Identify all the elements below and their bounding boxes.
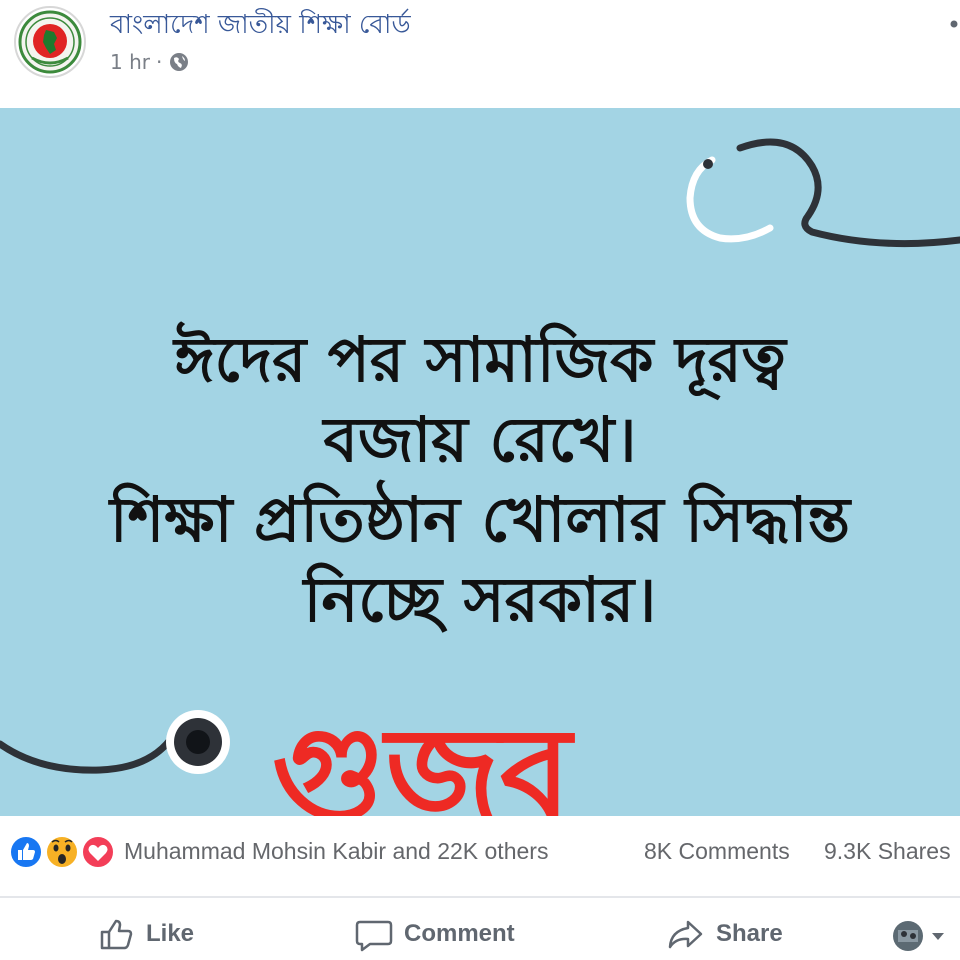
- like-label: Like: [146, 920, 195, 947]
- reactors-link[interactable]: Muhammad Mohsin Kabir and 22K others: [124, 838, 548, 865]
- shares-count-link[interactable]: 9.3K Shares: [824, 838, 951, 865]
- post-time[interactable]: 1 hr: [110, 50, 150, 74]
- board-seal-logo: [18, 10, 82, 74]
- chevron-down-icon: [932, 933, 944, 940]
- share-button[interactable]: Share: [666, 912, 783, 956]
- reaction-icons[interactable]: [6, 834, 122, 870]
- headline-line: বজায় রেখে।: [323, 403, 637, 476]
- love-reaction-icon: [81, 835, 115, 869]
- facebook-post: বাংলাদেশ জাতীয় শিক্ষা বোর্ড 1 hr · ঈদের…: [0, 0, 960, 960]
- thumbs-up-icon: [100, 919, 133, 950]
- post-image[interactable]: ঈদের পর সামাজিক দূরত্ব বজায় রেখে। শিক্ষ…: [0, 108, 960, 816]
- headline-text: ঈদের পর সামাজিক দূরত্ব বজায় রেখে। শিক্ষ…: [0, 320, 960, 640]
- meta-separator: ·: [155, 50, 163, 74]
- rumor-stamp: গুজব: [272, 700, 572, 816]
- post-meta: 1 hr ·: [110, 50, 190, 74]
- comment-label: Comment: [404, 920, 515, 947]
- headline-line: ঈদের পর সামাজিক দূরত্ব: [174, 323, 786, 396]
- globe-icon[interactable]: [168, 51, 190, 73]
- comments-count-link[interactable]: 8K Comments: [644, 838, 790, 865]
- share-arrow-icon: [668, 920, 703, 949]
- post-header: বাংলাদেশ জাতীয় শিক্ষা বোর্ড 1 hr ·: [0, 0, 960, 108]
- user-avatar-icon: [893, 921, 923, 951]
- page-avatar[interactable]: [14, 6, 86, 78]
- action-divider: [0, 896, 960, 898]
- like-reaction-icon: [9, 835, 43, 869]
- more-dots-icon[interactable]: [938, 6, 960, 36]
- page-name-link[interactable]: বাংলাদেশ জাতীয় শিক্ষা বোর্ড: [110, 4, 411, 48]
- like-button[interactable]: Like: [96, 912, 194, 956]
- audience-selector[interactable]: [888, 918, 958, 954]
- headline-line: নিচ্ছে সরকার।: [303, 563, 657, 636]
- reactions-summary: Muhammad Mohsin Kabir and 22K others 8K …: [0, 816, 960, 888]
- share-label: Share: [716, 920, 783, 947]
- comment-button[interactable]: Comment: [354, 912, 515, 956]
- wow-reaction-icon: [45, 835, 79, 869]
- comment-bubble-icon: [355, 920, 393, 952]
- headline-line: শিক্ষা প্রতিষ্ঠান খোলার সিদ্ধান্ত: [109, 483, 851, 556]
